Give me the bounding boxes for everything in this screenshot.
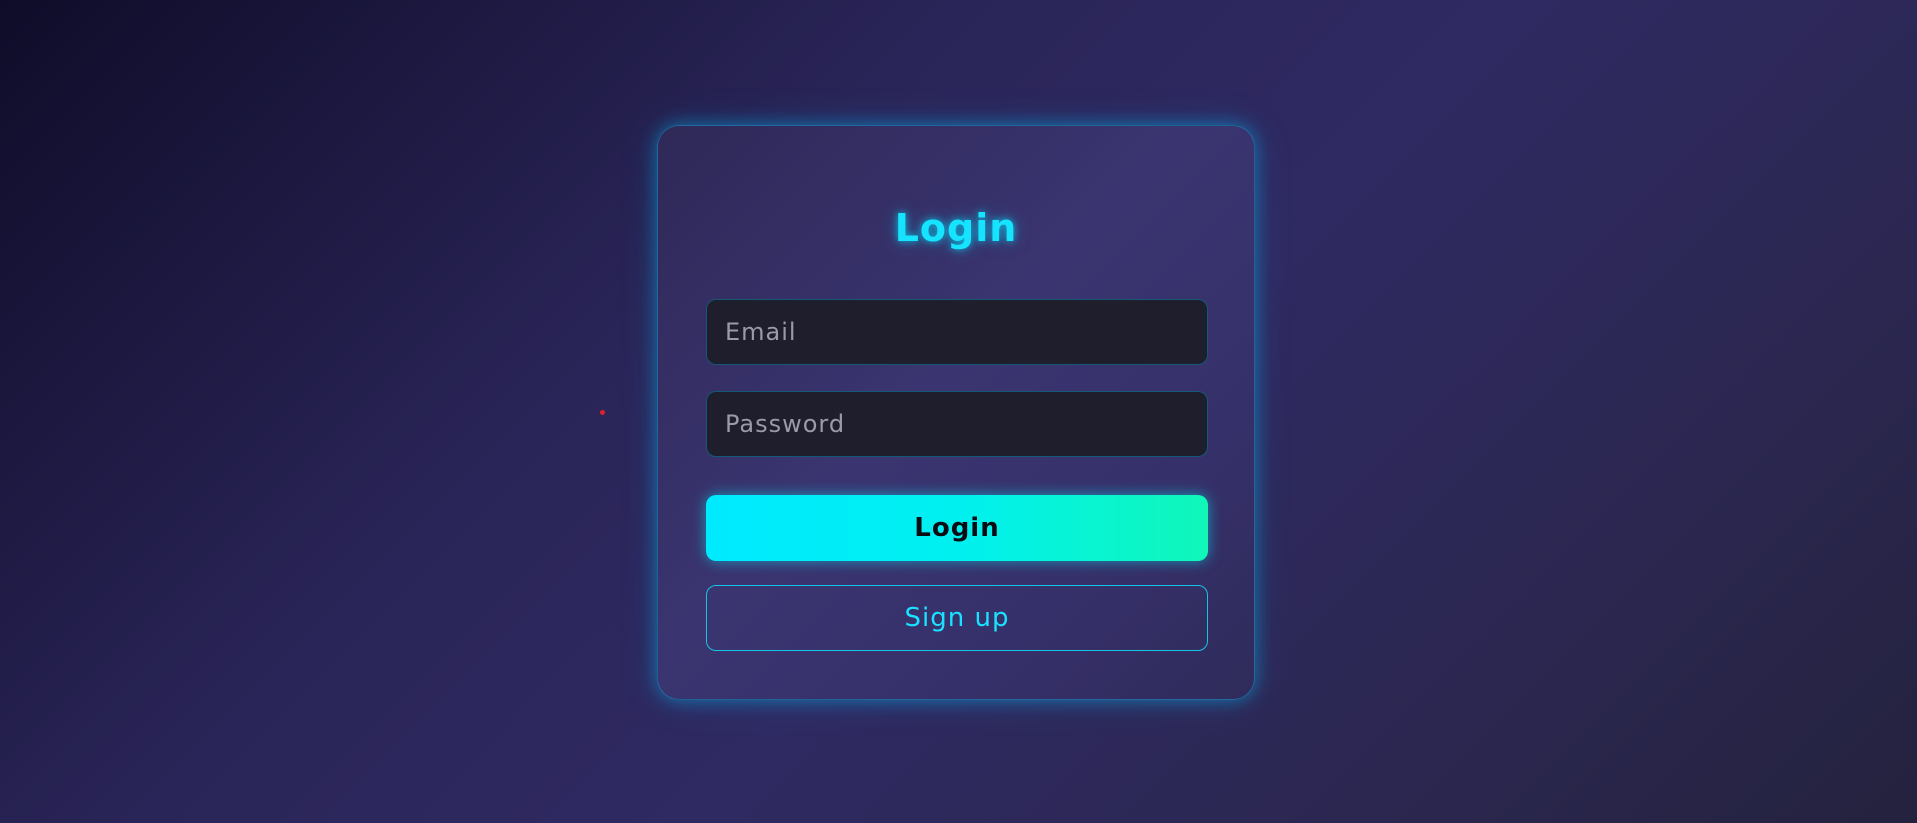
signup-button[interactable]: Sign up (706, 585, 1208, 651)
cursor-marker-dot (600, 410, 605, 415)
password-input[interactable] (706, 391, 1208, 457)
login-button[interactable]: Login (706, 495, 1208, 561)
email-input[interactable] (706, 299, 1208, 365)
login-title: Login (894, 206, 1018, 250)
login-card: Login Login Sign up (657, 125, 1255, 700)
